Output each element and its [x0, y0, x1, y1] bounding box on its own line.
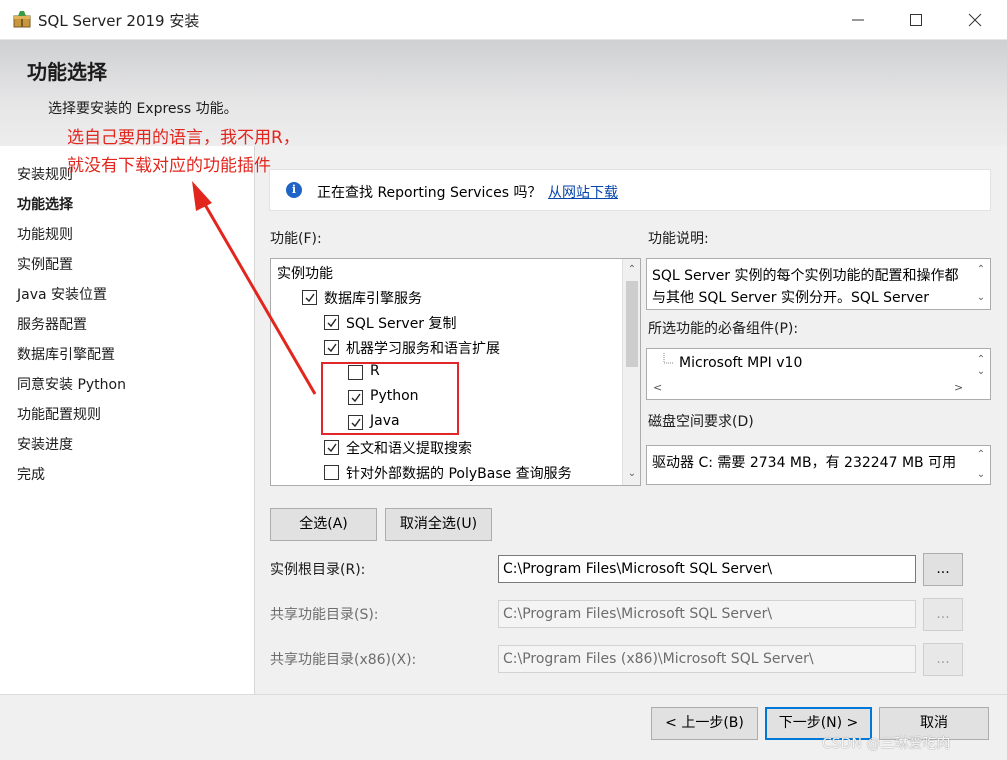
close-button[interactable]: [944, 0, 1006, 40]
sql-server-installer-icon: [13, 11, 31, 28]
scroll-up-icon[interactable]: ⌃: [972, 446, 990, 464]
scroll-up-icon[interactable]: ⌃: [623, 261, 640, 279]
scroll-right-icon[interactable]: >: [954, 381, 963, 394]
checkbox-checked[interactable]: [324, 315, 339, 330]
scroll-down-icon[interactable]: ⌄: [623, 465, 640, 483]
disk-text: 驱动器 C: 需要 2734 MB，有 232247 MB 可用: [652, 455, 957, 471]
prereq-scrollbar[interactable]: ⌃ ⌄: [972, 349, 990, 399]
scroll-up-icon[interactable]: ⌃: [972, 261, 990, 279]
nav-step-feature-selection: 功能选择: [17, 197, 73, 213]
annotation-highlight-box: [321, 362, 459, 435]
select-all-button[interactable]: 全选(A): [270, 508, 377, 541]
browse-shared-dir-button[interactable]: ...: [923, 598, 963, 631]
check-icon: [305, 293, 315, 303]
description-box: SQL Server 实例的每个实例功能的配置和操作都与其他 SQL Serve…: [646, 258, 991, 310]
browse-shared-x86-dir-button[interactable]: ...: [923, 643, 963, 676]
minimize-icon: [852, 19, 864, 21]
step-navigation: 安装规则 功能选择 功能规则 实例配置 Java 安装位置 服务器配置 数据库引…: [0, 146, 255, 694]
minimize-button[interactable]: [827, 0, 889, 40]
nav-step-install-rules: 安装规则: [17, 167, 73, 183]
back-button[interactable]: < 上一步(B): [651, 707, 758, 740]
disk-box: 驱动器 C: 需要 2734 MB，有 232247 MB 可用 ⌃ ⌄: [646, 445, 991, 485]
check-icon: [327, 318, 337, 328]
scroll-down-icon[interactable]: ⌄: [972, 289, 990, 307]
annotation-text-line-1: 选自己要用的语言，我不用R，: [67, 128, 300, 148]
nav-step-instance-config: 实例配置: [17, 257, 73, 273]
nav-step-consent-python: 同意安装 Python: [17, 377, 126, 393]
info-bar: i 正在查找 Reporting Services 吗？ 从网站下载: [269, 169, 991, 211]
nav-step-java-location: Java 安装位置: [17, 287, 108, 303]
scroll-down-icon[interactable]: ⌄: [972, 363, 990, 381]
nav-step-db-engine-config: 数据库引擎配置: [17, 347, 115, 363]
instance-root-label: 实例根目录(R):: [270, 562, 366, 578]
info-icon: i: [286, 182, 302, 198]
close-icon: [968, 13, 982, 27]
description-label: 功能说明:: [648, 231, 709, 247]
maximize-icon: [910, 14, 922, 26]
nav-step-server-config: 服务器配置: [17, 317, 87, 333]
feature-tree-scrollbar[interactable]: ⌃ ⌄: [622, 259, 640, 485]
check-icon: [327, 443, 337, 453]
shared-dir-input[interactable]: C:\Program Files\Microsoft SQL Server\: [498, 600, 916, 628]
annotation-text-line-2: 就没有下载对应的功能插件: [67, 156, 271, 176]
instance-root-input[interactable]: C:\Program Files\Microsoft SQL Server\: [498, 555, 916, 583]
checkbox-checked[interactable]: [302, 290, 317, 305]
tree-connector-icon: [663, 353, 674, 364]
watermark: CSDN @三琳爱吃肉: [822, 736, 951, 752]
maximize-button[interactable]: [885, 0, 947, 40]
shared-x86-dir-input[interactable]: C:\Program Files (x86)\Microsoft SQL Ser…: [498, 645, 916, 673]
nav-step-complete: 完成: [17, 467, 45, 483]
prereq-box: Microsoft MPI v10 < > ⌃ ⌄: [646, 348, 991, 400]
scroll-thumb[interactable]: [626, 281, 638, 367]
nav-step-feature-config-rules: 功能配置规则: [17, 407, 101, 423]
window-title: SQL Server 2019 安装: [38, 12, 200, 30]
deselect-all-button[interactable]: 取消全选(U): [385, 508, 492, 541]
description-scrollbar[interactable]: ⌃ ⌄: [972, 259, 990, 309]
checkbox-unchecked[interactable]: [324, 465, 339, 480]
disk-label: 磁盘空间要求(D): [648, 414, 754, 430]
checkbox-checked[interactable]: [324, 340, 339, 355]
page-title: 功能选择: [27, 60, 107, 84]
shared-dir-label: 共享功能目录(S):: [270, 607, 379, 623]
description-text: SQL Server 实例的每个实例功能的配置和操作都与其他 SQL Serve…: [652, 268, 959, 306]
prereq-item: Microsoft MPI v10: [679, 355, 803, 371]
nav-step-feature-rules: 功能规则: [17, 227, 73, 243]
checkbox-checked[interactable]: [324, 440, 339, 455]
scroll-down-icon[interactable]: ⌄: [972, 466, 990, 484]
check-icon: [327, 343, 337, 353]
shared-x86-dir-label: 共享功能目录(x86)(X):: [270, 652, 417, 668]
prereq-label: 所选功能的必备组件(P):: [648, 321, 799, 337]
info-text: 正在查找 Reporting Services 吗？: [317, 185, 542, 201]
title-bar: SQL Server 2019 安装: [0, 0, 1007, 40]
page-subtitle: 选择要安装的 Express 功能。: [48, 101, 238, 117]
download-from-web-link[interactable]: 从网站下载: [548, 182, 618, 202]
scroll-left-icon[interactable]: <: [653, 381, 662, 394]
disk-scrollbar[interactable]: ⌃ ⌄: [972, 446, 990, 484]
nav-step-install-progress: 安装进度: [17, 437, 73, 453]
features-label: 功能(F):: [270, 231, 322, 247]
browse-instance-root-button[interactable]: ...: [923, 553, 963, 586]
